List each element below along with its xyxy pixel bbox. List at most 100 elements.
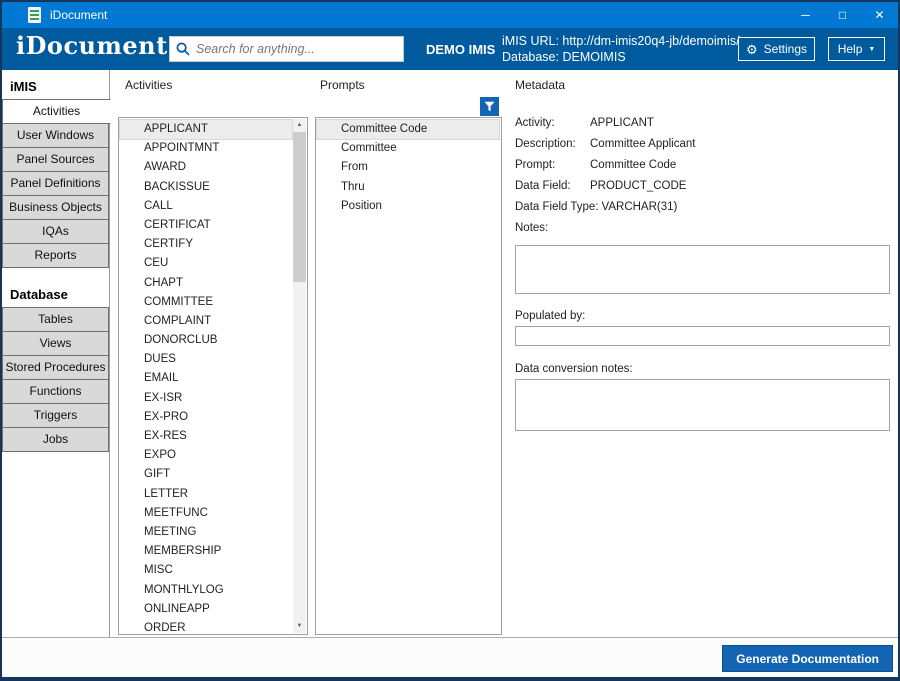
- generate-documentation-button[interactable]: Generate Documentation: [722, 645, 893, 672]
- activity-list-item[interactable]: ORDER: [120, 619, 292, 638]
- activity-list-item[interactable]: CERTIFICAT: [120, 216, 292, 235]
- filter-icon: [484, 101, 495, 112]
- metadata-field-row: Prompt: Committee Code: [515, 154, 890, 175]
- activities-column-label: Activities: [125, 78, 172, 92]
- scrollbar-thumb[interactable]: [293, 132, 306, 282]
- sidebar-tab[interactable]: Triggers: [2, 403, 109, 428]
- main-content: iMIS ActivitiesUser WindowsPanel Sources…: [2, 70, 898, 637]
- activity-list-item[interactable]: APPLICANT: [120, 120, 292, 139]
- environment-label: DEMO IMIS: [426, 42, 495, 57]
- metadata-field-label: Activity:: [515, 117, 590, 129]
- notes-textarea[interactable]: [515, 245, 890, 294]
- prompts-column-label: Prompts: [320, 78, 365, 92]
- activity-list-item[interactable]: DONORCLUB: [120, 331, 292, 350]
- sidebar-section-database-title: Database: [2, 278, 109, 308]
- scroll-down-icon[interactable]: ▼: [293, 620, 306, 633]
- metadata-field-value: APPLICANT: [590, 117, 654, 129]
- activity-list-item[interactable]: CERTIFY: [120, 235, 292, 254]
- metadata-field-row: Activity: APPLICANT: [515, 112, 890, 133]
- metadata-field-value: Committee Applicant: [590, 138, 695, 150]
- metadata-panel: Activity: APPLICANT Description: Committ…: [515, 112, 890, 431]
- activity-list-item[interactable]: CHAPT: [120, 274, 292, 293]
- sidebar-tab[interactable]: Stored Procedures: [2, 355, 109, 380]
- prompt-list-item[interactable]: Position: [317, 197, 499, 216]
- sidebar-tab[interactable]: Panel Sources: [2, 147, 109, 172]
- close-button[interactable]: ✕: [861, 2, 898, 28]
- metadata-field-value: VARCHAR(31): [602, 201, 678, 213]
- sidebar: iMIS ActivitiesUser WindowsPanel Sources…: [2, 70, 110, 637]
- prompts-list: Committee CodeCommitteeFromThruPosition: [317, 120, 499, 216]
- metadata-field-label: Description:: [515, 138, 590, 150]
- activity-list-item[interactable]: EX-ISR: [120, 389, 292, 408]
- sidebar-tab[interactable]: Jobs: [2, 427, 109, 452]
- settings-button[interactable]: ⚙ Settings: [738, 37, 815, 61]
- activity-list-item[interactable]: CALL: [120, 197, 292, 216]
- activities-scrollbar[interactable]: ▲ ▼: [293, 119, 306, 633]
- settings-button-label: Settings: [764, 42, 807, 56]
- activity-list-item[interactable]: AWARD: [120, 158, 292, 177]
- metadata-field-row: Description: Committee Applicant: [515, 133, 890, 154]
- document-icon: [28, 7, 41, 23]
- activity-list-item[interactable]: MONTHLYLOG: [120, 581, 292, 600]
- sidebar-tab[interactable]: Panel Definitions: [2, 171, 109, 196]
- prompts-listbox: Committee CodeCommitteeFromThruPosition: [315, 117, 502, 635]
- activity-list-item[interactable]: EX-RES: [120, 427, 292, 446]
- activity-list-item[interactable]: MEETFUNC: [120, 504, 292, 523]
- notes-label: Notes:: [515, 217, 890, 238]
- sidebar-tab[interactable]: Activities: [2, 99, 111, 124]
- titlebar: iDocument ─ □ ✕: [2, 2, 898, 28]
- activity-list-item[interactable]: MISC: [120, 561, 292, 580]
- search-box: [169, 36, 404, 62]
- activity-list-item[interactable]: DUES: [120, 350, 292, 369]
- sidebar-tab[interactable]: Business Objects: [2, 195, 109, 220]
- metadata-fields: Activity: APPLICANT Description: Committ…: [515, 112, 890, 217]
- activity-list-item[interactable]: EMAIL: [120, 369, 292, 388]
- sidebar-database-tabs: TablesViewsStored ProceduresFunctionsTri…: [2, 307, 109, 452]
- metadata-field-value: Committee Code: [590, 159, 676, 171]
- search-input[interactable]: [196, 42, 397, 56]
- app-logo: iDocument: [16, 31, 168, 60]
- prompt-list-item[interactable]: Thru: [317, 178, 499, 197]
- data-conversion-notes-label: Data conversion notes:: [515, 358, 890, 379]
- activity-list-item[interactable]: CEU: [120, 254, 292, 273]
- maximize-button[interactable]: □: [824, 2, 861, 28]
- activities-listbox: APPLICANTAPPOINTMNTAWARDBACKISSUECALLCER…: [118, 117, 308, 635]
- populated-by-input[interactable]: [515, 326, 890, 346]
- sidebar-imis-tabs: ActivitiesUser WindowsPanel SourcesPanel…: [2, 99, 109, 268]
- activity-list-item[interactable]: COMMITTEE: [120, 293, 292, 312]
- filter-button[interactable]: [480, 97, 499, 116]
- data-conversion-notes-textarea[interactable]: [515, 379, 890, 431]
- app-window: iDocument ─ □ ✕ iDocument DEMO IMIS iMIS…: [0, 0, 900, 681]
- populated-by-label: Populated by:: [515, 305, 890, 326]
- prompt-list-item[interactable]: Committee Code: [317, 120, 499, 139]
- prompt-list-item[interactable]: From: [317, 158, 499, 177]
- activity-list-item[interactable]: MEMBERSHIP: [120, 542, 292, 561]
- activity-list-item[interactable]: GIFT: [120, 465, 292, 484]
- sidebar-tab[interactable]: IQAs: [2, 219, 109, 244]
- activity-list-item[interactable]: EXPO: [120, 446, 292, 465]
- activity-list-item[interactable]: COMPLAINT: [120, 312, 292, 331]
- sidebar-gap: [2, 268, 109, 278]
- activity-list-item[interactable]: EX-PRO: [120, 408, 292, 427]
- metadata-field-label: Data Field Type:: [515, 201, 602, 213]
- metadata-field-label: Prompt:: [515, 159, 590, 171]
- activity-list-item[interactable]: MEETING: [120, 523, 292, 542]
- gear-icon: ⚙: [746, 43, 758, 56]
- sidebar-tab[interactable]: Tables: [2, 307, 109, 332]
- metadata-column-label: Metadata: [515, 78, 565, 92]
- activity-list-item[interactable]: LETTER: [120, 485, 292, 504]
- activity-list-item[interactable]: BACKISSUE: [120, 178, 292, 197]
- sidebar-tab[interactable]: Reports: [2, 243, 109, 268]
- sidebar-tab[interactable]: Functions: [2, 379, 109, 404]
- activity-list-item[interactable]: APPOINTMNT: [120, 139, 292, 158]
- scroll-up-icon[interactable]: ▲: [293, 119, 306, 132]
- minimize-button[interactable]: ─: [787, 2, 824, 28]
- sidebar-tab[interactable]: User Windows: [2, 123, 109, 148]
- activity-list-item[interactable]: ONLINEAPP: [120, 600, 292, 619]
- sidebar-tab[interactable]: Views: [2, 331, 109, 356]
- prompt-list-item[interactable]: Committee: [317, 139, 499, 158]
- connection-info: iMIS URL: http://dm-imis20q4-jb/demoimis…: [502, 33, 740, 65]
- metadata-field-label: Data Field:: [515, 180, 590, 192]
- window-title: iDocument: [50, 8, 107, 22]
- help-button[interactable]: Help ▼: [828, 37, 885, 61]
